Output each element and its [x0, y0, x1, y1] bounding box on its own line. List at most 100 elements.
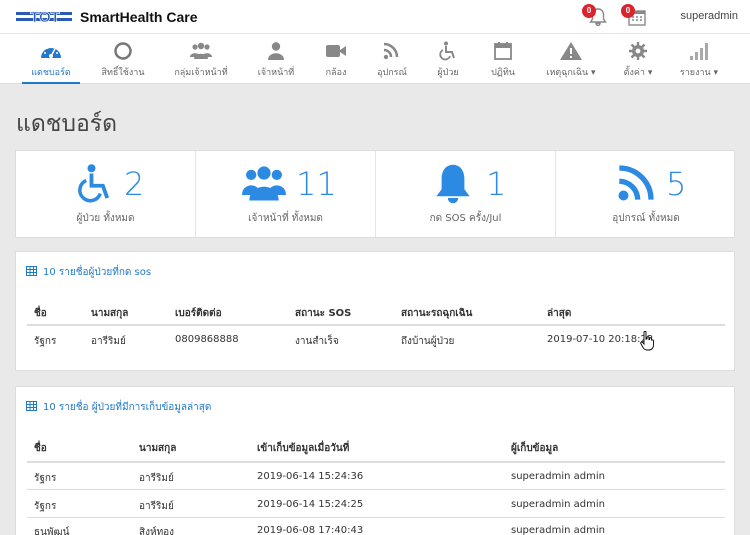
stats-panel: 2 ผู้ป่วย ทั้งหมด 11 เจ้าหน้าที่ ทั้งหมด…	[15, 150, 735, 238]
column-header: สถานะ SOS	[295, 308, 352, 319]
pointer-cursor-icon	[640, 331, 654, 351]
user-menu[interactable]: superadmin	[681, 10, 738, 22]
nav-camera[interactable]: กล้อง	[316, 34, 356, 84]
cell-ambulance-status: ถึงบ้านผู้ป่วย	[401, 336, 455, 347]
stat-value: 2	[124, 165, 145, 203]
brand-name: SmartHealth Care	[80, 9, 198, 25]
nav-settings[interactable]: ตั้งค่า ▾	[616, 34, 660, 84]
nav-staff[interactable]: เจ้าหน้าที่	[250, 34, 302, 84]
column-header: ล่าสุด	[547, 308, 572, 319]
table-icon	[26, 401, 37, 411]
wheelchair-icon	[439, 41, 455, 61]
column-header: สถานะรถฉุกเฉิน	[401, 308, 473, 319]
sos-panel: 10 รายชื่อผู้ป่วยที่กด sos ชื่อ นามสกุล …	[15, 251, 735, 371]
calendar-count: 0	[621, 4, 635, 18]
sos-panel-header: 10 รายชื่อผู้ป่วยที่กด sos	[26, 265, 151, 280]
calendar-icon	[494, 42, 512, 60]
nav-label: เจ้าหน้าที่	[257, 68, 295, 78]
signal-icon	[690, 43, 708, 60]
nav-label: ปฏิทิน	[491, 68, 515, 78]
column-header: เข้าเก็บข้อมูลเมื่อวันที่	[257, 443, 350, 454]
nav-label: กลุ่มเจ้าหน้าที่	[174, 68, 228, 78]
notification-count: 0	[582, 4, 596, 18]
calendar-notification[interactable]: 0	[621, 4, 649, 30]
warning-icon	[560, 42, 582, 60]
nav-label: กล้อง	[325, 68, 347, 78]
nav-reports[interactable]: รายงาน ▾	[676, 34, 722, 84]
bell-icon	[436, 164, 470, 204]
nav-label: แดชบอร์ด	[31, 68, 71, 78]
notification-bell[interactable]: 0	[582, 4, 610, 30]
nav-emergency[interactable]: เหตุฉุกเฉิน ▾	[540, 34, 602, 84]
main-nav: แดชบอร์ด สิทธิ์ใช้งาน กลุ่มเจ้าหน้าที่ เ…	[0, 34, 750, 84]
cell-phone: 0809868888	[175, 334, 239, 345]
nav-devices[interactable]: อุปกรณ์	[370, 34, 414, 84]
rss-icon	[383, 42, 399, 60]
row-divider	[27, 517, 725, 518]
column-header: ชื่อ	[34, 443, 47, 454]
circle-icon	[114, 42, 132, 60]
stat-label: อุปกรณ์ ทั้งหมด	[612, 213, 680, 224]
column-header: นามสกุล	[139, 443, 177, 454]
cell-collector: superadmin admin	[511, 525, 606, 535]
top-bar: TOT SmartHealth Care 0 0 superadmin	[0, 0, 750, 34]
cell-last-name: สิงห์ทอง	[139, 527, 175, 535]
cell-last-name: อารีริมย์	[139, 473, 174, 484]
tot-logo[interactable]: TOT	[14, 9, 76, 25]
dashboard-icon	[41, 45, 61, 58]
cell-first-name: รัฐกร	[34, 336, 57, 347]
stat-label: กด SOS ครั้ง/Jul	[429, 213, 502, 224]
stat-label: ผู้ป่วย ทั้งหมด	[76, 213, 135, 224]
nav-label: ตั้งค่า ▾	[623, 68, 653, 78]
column-header: นามสกุล	[91, 308, 129, 319]
cell-last-name: อารีริมย์	[91, 336, 126, 347]
stat-devices[interactable]: 5 อุปกรณ์ ทั้งหมด	[556, 151, 736, 237]
sos-panel-title: 10 รายชื่อผู้ป่วยที่กด sos	[43, 267, 152, 278]
stat-patients[interactable]: 2 ผู้ป่วย ทั้งหมด	[16, 151, 196, 237]
rss-icon	[618, 165, 654, 201]
stat-label: เจ้าหน้าที่ ทั้งหมด	[248, 213, 323, 224]
stat-value: 1	[486, 165, 507, 203]
stat-value: 5	[666, 165, 687, 203]
header-divider	[27, 324, 725, 326]
nav-staff-groups[interactable]: กลุ่มเจ้าหน้าที่	[168, 34, 234, 84]
cell-last-name: อารีริมย์	[139, 501, 174, 512]
data-panel-header: 10 รายชื่อ ผู้ป่วยที่มีการเก็บข้อมูลล่าส…	[26, 400, 211, 415]
nav-dashboard[interactable]: แดชบอร์ด	[22, 34, 80, 84]
stat-sos[interactable]: 1 กด SOS ครั้ง/Jul	[376, 151, 556, 237]
nav-label: เหตุฉุกเฉิน ▾	[546, 68, 596, 78]
user-icon	[268, 42, 284, 60]
cell-first-name: รัฐกร	[34, 473, 57, 484]
nav-permissions[interactable]: สิทธิ์ใช้งาน	[95, 34, 151, 84]
cell-collected-at: 2019-06-14 15:24:36	[257, 471, 364, 482]
nav-calendar[interactable]: ปฏิทิน	[482, 34, 524, 84]
users-icon	[242, 166, 286, 201]
nav-label: สิทธิ์ใช้งาน	[101, 68, 145, 78]
column-header: ชื่อ	[34, 308, 47, 319]
cell-latest: 2019-07-10 20:18:22	[547, 334, 654, 345]
users-icon	[190, 42, 212, 59]
column-header: ผู้เก็บข้อมูล	[511, 443, 559, 454]
row-divider	[27, 489, 725, 490]
cell-collected-at: 2019-06-08 17:40:43	[257, 525, 364, 535]
wheelchair-icon	[78, 164, 110, 203]
nav-patients[interactable]: ผู้ป่วย	[428, 34, 468, 84]
cell-first-name: ธนพัฒน์	[34, 527, 70, 535]
nav-label: รายงาน ▾	[679, 68, 719, 78]
nav-label: อุปกรณ์	[377, 68, 407, 78]
data-panel-title: 10 รายชื่อ ผู้ป่วยที่มีการเก็บข้อมูลล่าส…	[43, 402, 212, 413]
logo-text: TOT	[30, 9, 60, 25]
cell-collector: superadmin admin	[511, 471, 606, 482]
gear-icon	[629, 42, 647, 60]
video-icon	[326, 45, 346, 57]
cell-sos-status: งานสำเร็จ	[295, 336, 339, 347]
column-header: เบอร์ติดต่อ	[175, 308, 222, 319]
page-title: แดชบอร์ด	[16, 111, 118, 137]
header-divider	[27, 461, 725, 463]
cell-collector: superadmin admin	[511, 499, 606, 510]
cell-collected-at: 2019-06-14 15:24:25	[257, 499, 364, 510]
stat-staff[interactable]: 11 เจ้าหน้าที่ ทั้งหมด	[196, 151, 376, 237]
nav-label: ผู้ป่วย	[437, 68, 459, 78]
stat-value: 11	[296, 165, 337, 203]
data-collection-panel: 10 รายชื่อ ผู้ป่วยที่มีการเก็บข้อมูลล่าส…	[15, 386, 735, 535]
